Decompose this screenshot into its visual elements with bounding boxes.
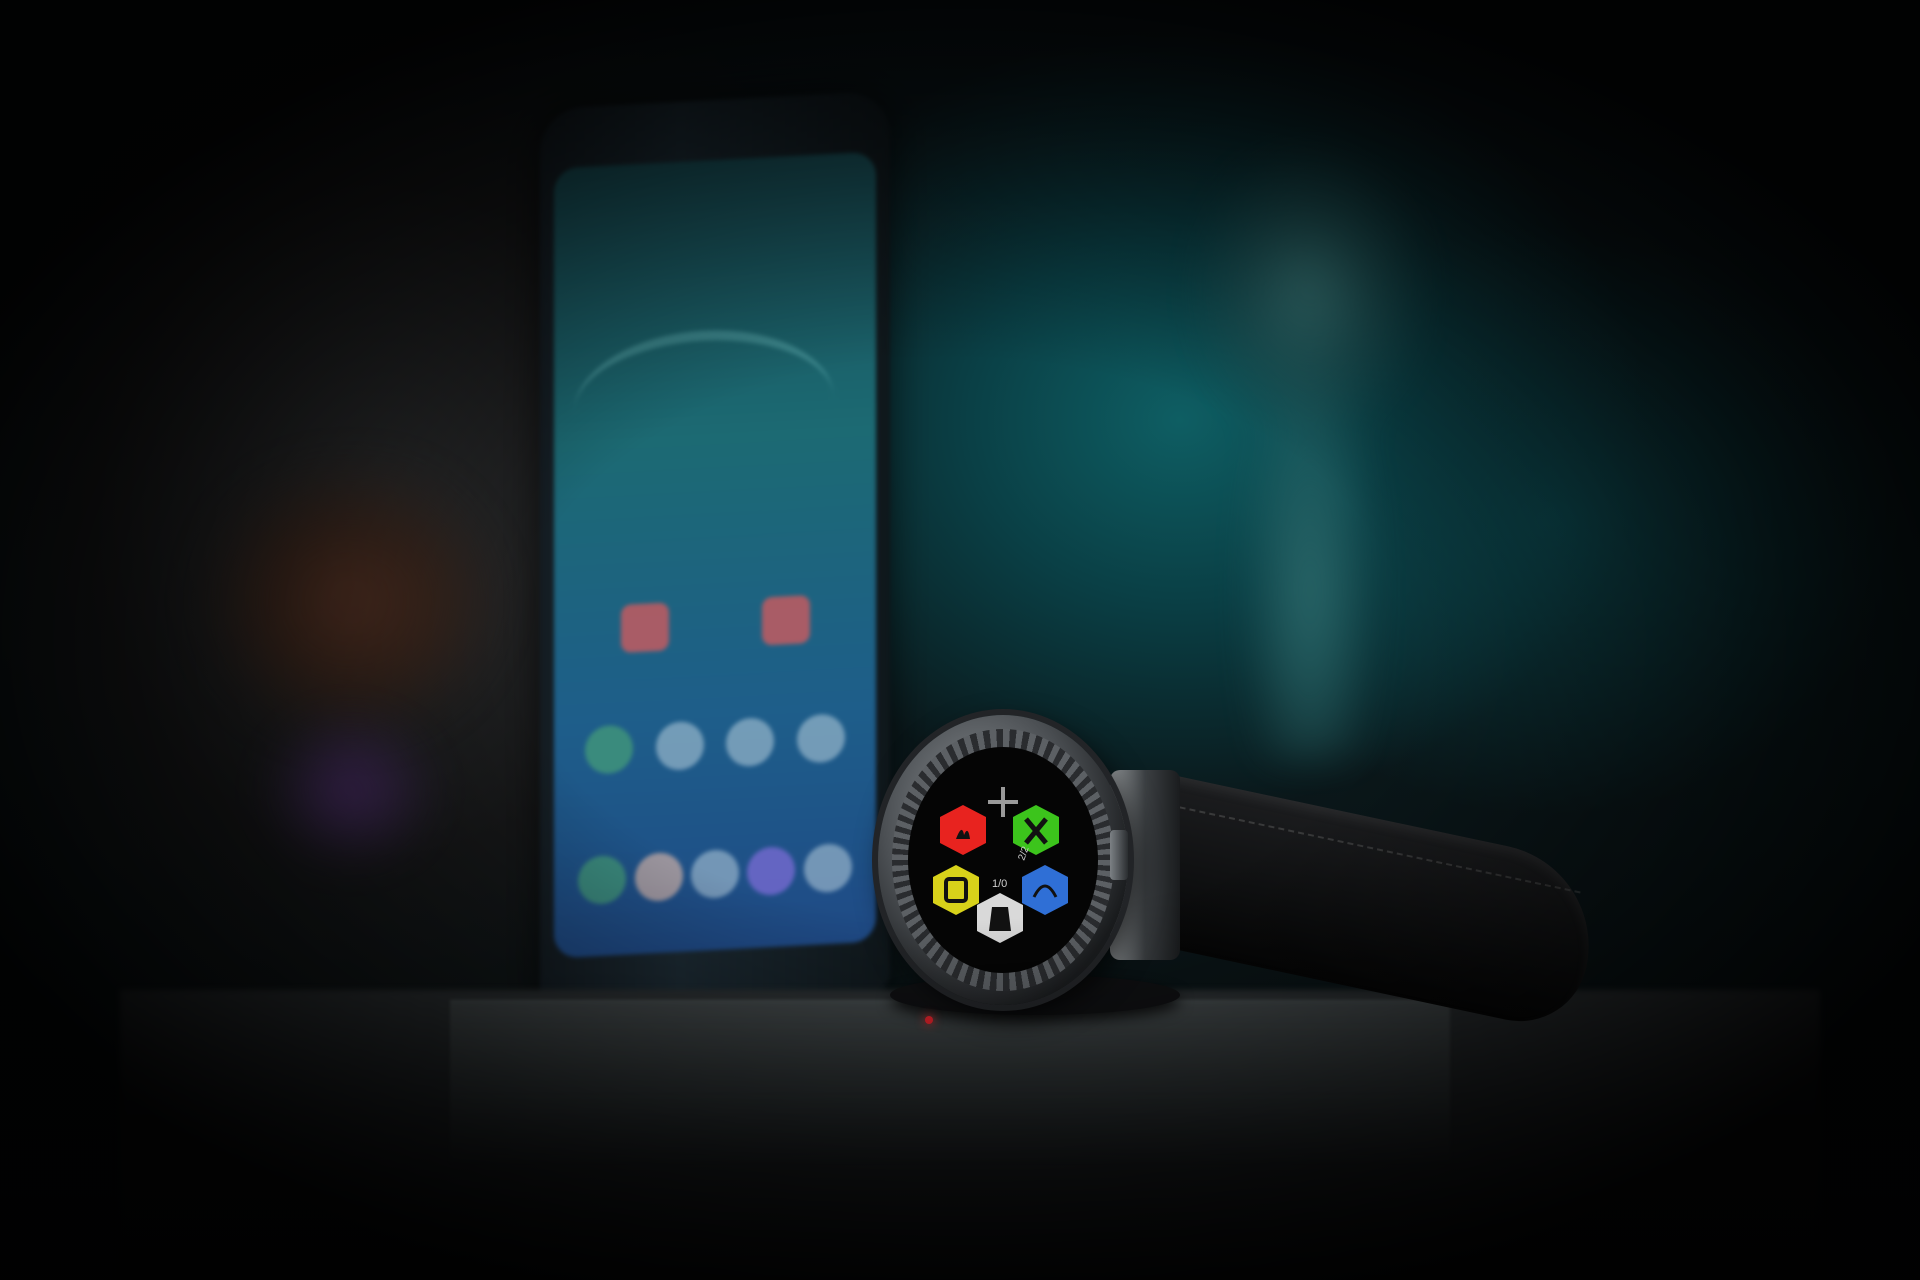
hex-tile-red xyxy=(940,805,986,855)
photo-scene: 1/0 2/2 xyxy=(0,0,1920,1280)
phone-wallpaper-wave xyxy=(574,323,834,488)
watch-crown xyxy=(1110,830,1128,880)
blurred-purple-object xyxy=(250,700,450,880)
watch-face: 1/0 2/2 xyxy=(908,747,1098,973)
phone-dock xyxy=(574,842,856,906)
hex-tile-yellow xyxy=(933,865,979,915)
center-progress-label: 1/0 xyxy=(992,878,1007,890)
blurred-figure xyxy=(1180,120,1440,760)
watch-face-graphics: 1/0 2/2 xyxy=(933,787,1068,943)
charging-led xyxy=(925,1016,933,1024)
smartphone xyxy=(540,90,890,1020)
bag-icon xyxy=(989,907,1011,931)
hex-tile-blue xyxy=(1022,865,1068,915)
plus-icon xyxy=(988,787,1018,817)
phone-icon-row xyxy=(574,713,856,776)
phone-screen xyxy=(554,151,876,959)
smartwatch: 1/0 2/2 xyxy=(878,715,1128,1005)
hex-tile-white xyxy=(977,893,1023,943)
acrylic-stand xyxy=(450,1000,1450,1162)
phone-widget-row xyxy=(574,593,856,656)
